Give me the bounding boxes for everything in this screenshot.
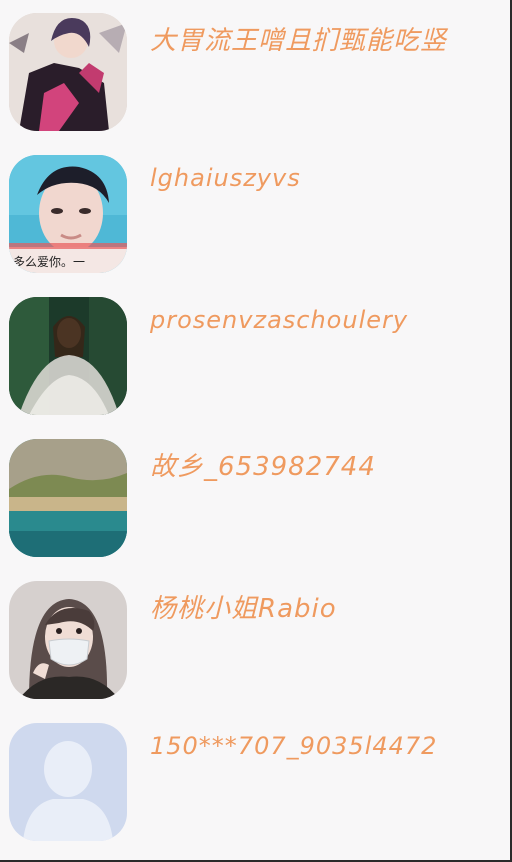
contact-name[interactable]: 大胃流王噌且扪甄能吃竖 — [150, 20, 447, 57]
avatar-caption: 多么爱你。一 — [13, 255, 85, 269]
default-person-avatar-icon[interactable] — [9, 723, 127, 841]
woman-forest-avatar-icon[interactable] — [9, 297, 127, 415]
contact-row[interactable]: 故乡_653982744 — [0, 426, 510, 568]
contact-name[interactable]: 150***707_9035l4472 — [150, 732, 437, 760]
masked-girl-avatar-icon[interactable] — [9, 581, 127, 699]
contact-name[interactable]: 故乡_653982744 — [150, 446, 376, 483]
contact-name[interactable]: 杨桃小姐Rabio — [150, 588, 337, 625]
contact-row[interactable]: 多么爱你。一 lghaiuszyvs — [0, 142, 510, 284]
anime-boy-avatar-icon[interactable] — [9, 13, 127, 131]
river-landscape-avatar-icon[interactable] — [9, 439, 127, 557]
contact-row[interactable]: 大胃流王噌且扪甄能吃竖 — [0, 0, 510, 142]
contact-row[interactable]: 杨桃小姐Rabio — [0, 568, 510, 710]
contact-name[interactable]: prosenvzaschoulery — [150, 306, 408, 334]
contact-list: 大胃流王噌且扪甄能吃竖 多么爱你。一 lghaiuszyvs prosenvza… — [0, 0, 510, 852]
contact-row[interactable]: 150***707_9035l4472 — [0, 710, 510, 852]
boy-portrait-avatar-icon[interactable]: 多么爱你。一 — [9, 155, 127, 273]
contact-row[interactable]: prosenvzaschoulery — [0, 284, 510, 426]
contact-name[interactable]: lghaiuszyvs — [150, 164, 301, 192]
